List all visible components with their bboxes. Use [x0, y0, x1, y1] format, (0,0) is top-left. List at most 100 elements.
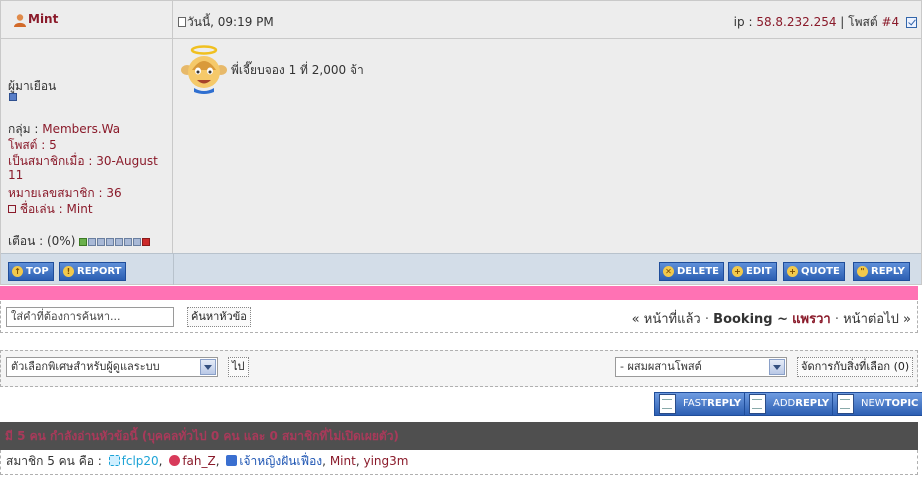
online-user-link[interactable]: เจ้าหญิงฝันเฟื่อง [239, 454, 322, 468]
online-user-link[interactable]: fclp20 [122, 454, 159, 468]
post-username[interactable]: Mint [28, 12, 58, 26]
add-reply-bold: REPLY [795, 398, 830, 409]
post-author-header: Mint [1, 1, 173, 39]
delete-button-label: DELETE [677, 266, 719, 277]
member-badge-icon [108, 455, 120, 466]
ip-label: ip : [733, 15, 753, 29]
members-label: สมาชิก 5 คน คือ : [6, 454, 102, 468]
posts-label: โพสต์ : [8, 138, 46, 152]
author-nickname: ชื่อเล่น : Mint [8, 200, 93, 219]
online-user-link[interactable]: Mint [330, 454, 356, 468]
post-actions-bar: ↑ TOP ! REPORT ✕ DELETE + EDIT + QUOTE " REPLY [1, 253, 921, 285]
post-date: วันนี้, 09:19 PM [178, 13, 274, 32]
online-readers-header: มี 5 คน กำลังอ่านหัวข้อนี้ (บุคคลทั่วไป … [0, 422, 918, 450]
author-joined-cont: 11 [8, 168, 24, 182]
post-number-link[interactable]: #4 [881, 15, 899, 29]
quote-button-label: QUOTE [801, 266, 840, 277]
online-members-list: สมาชิก 5 คน คือ : fclp20, fah_Z, เจ้าหญิ… [0, 450, 918, 475]
report-button[interactable]: ! REPORT [59, 262, 127, 281]
top-button-label: TOP [26, 266, 49, 277]
go-button[interactable]: ไป [228, 357, 249, 377]
nickname-label: ชื่อเล่น : [19, 202, 63, 216]
add-reply-button[interactable]: ADDREPLY [744, 392, 835, 416]
umbrella-icon [226, 455, 238, 466]
moderator-options-select[interactable]: ตัวเลือกพิเศษสำหรับผู้ดูแลระบบ [6, 357, 218, 377]
chevron-down-icon [769, 359, 785, 375]
warn-level-meter [79, 235, 151, 249]
post-number-label: โพสต์ [848, 15, 878, 29]
list-comma: , [355, 454, 360, 468]
post-date-text: วันนี้, 09:19 PM [187, 15, 274, 29]
top-button[interactable]: ↑ TOP [8, 262, 54, 281]
report-button-label: REPORT [77, 266, 122, 277]
page-arrow-icon [659, 394, 676, 414]
merge-posts-select[interactable]: - ผสมผสานโพสต์ [615, 357, 787, 377]
prev-topic-link[interactable]: « หน้าที่แล้ว [632, 312, 701, 327]
forum-link[interactable]: แพรวา [792, 312, 831, 327]
group-value: Members.Wa [42, 122, 121, 136]
reply-button[interactable]: " REPLY [853, 262, 910, 281]
angel-emoticon-icon [181, 45, 227, 94]
select-post-checkbox[interactable] [906, 17, 917, 28]
topic-title-link[interactable]: Booking ~ [713, 312, 788, 327]
divider-bar [0, 286, 918, 300]
post-actions-divider [173, 254, 174, 285]
quote-marks-icon: " [857, 266, 868, 277]
edit-button[interactable]: + EDIT [728, 262, 777, 281]
ip-value[interactable]: 58.8.232.254 [756, 15, 836, 29]
online-user-link[interactable]: fah_Z [182, 454, 215, 468]
moderator-options-value: ตัวเลือกพิเศษสำหรับผู้ดูแลระบบ [11, 360, 160, 373]
edit-button-label: EDIT [746, 266, 772, 277]
member-number-label: หมายเลขสมาชิก : [8, 186, 103, 200]
nickname-icon [8, 205, 16, 213]
search-input[interactable]: ใส่คำที่ต้องการค้นหา... [6, 307, 174, 327]
plus-icon: + [787, 266, 798, 277]
post-meta-header: วันนี้, 09:19 PM ip : 58.8.232.254 | โพส… [173, 1, 921, 39]
new-topic-prefix: NEW [861, 398, 885, 409]
author-info-panel: ผู้มาเยือน กลุ่ม : Members.Wa โพสต์ : 5 … [1, 39, 173, 253]
search-and-topic-nav: ใส่คำที่ต้องการค้นหา... ค้นหาหัวข้อ « หน… [0, 301, 918, 333]
moderator-tools: ตัวเลือกพิเศษสำหรับผู้ดูแลระบบ ไป - ผสมผ… [0, 350, 918, 387]
new-topic-button[interactable]: NEWTOPIC [832, 392, 922, 416]
exclamation-icon: ! [63, 266, 74, 277]
fast-reply-button[interactable]: FASTREPLY [654, 392, 747, 416]
post-container: Mint วันนี้, 09:19 PM ip : 58.8.232.254 … [0, 0, 922, 285]
reply-button-label: REPLY [871, 266, 905, 277]
page-plus-icon [749, 394, 766, 414]
post-message: พี่เจี๊ยบจอง 1 ที่ 2,000 จ้า [231, 63, 364, 77]
topic-nav: « หน้าที่แล้ว · Booking ~ แพรวา · หน้าต่… [632, 308, 911, 329]
chevron-down-icon [200, 359, 216, 375]
list-comma: , [322, 454, 326, 468]
page-new-icon [837, 394, 854, 414]
nickname-value: Mint [66, 202, 93, 216]
author-joined: เป็นสมาชิกเมื่อ : 30-August [8, 154, 158, 168]
apply-selected-button[interactable]: จัดการกับสิ่งที่เลือก (0) [797, 357, 914, 377]
document-icon [178, 17, 186, 27]
list-comma: , [158, 454, 163, 468]
list-comma: , [215, 454, 220, 468]
rank-pip-icon [9, 93, 17, 101]
warn-level-label[interactable]: เตือน : (0%) [8, 234, 75, 248]
arrow-up-icon: ↑ [12, 266, 23, 277]
post-ip-info: ip : 58.8.232.254 | โพสต์ #4 [734, 13, 917, 32]
new-topic-bold: TOPIC [884, 398, 919, 409]
nav-separator: · [834, 312, 839, 327]
author-warn: เตือน : (0%) [8, 232, 151, 251]
online-user-link[interactable]: ying3m [363, 454, 408, 468]
delete-button[interactable]: ✕ DELETE [659, 262, 724, 281]
user-icon [14, 14, 26, 27]
search-topic-button[interactable]: ค้นหาหัวข้อ [187, 307, 251, 327]
quote-button[interactable]: + QUOTE [783, 262, 845, 281]
fast-reply-bold: REPLY [707, 398, 742, 409]
strawberry-icon [169, 455, 181, 466]
next-topic-link[interactable]: หน้าต่อไป » [843, 312, 911, 327]
member-number-value: 36 [106, 186, 122, 200]
nav-separator: · [704, 312, 710, 327]
post-body: พี่เจี๊ยบจอง 1 ที่ 2,000 จ้า [173, 39, 921, 253]
fast-reply-prefix: FAST [683, 398, 708, 409]
plus-icon: + [732, 266, 743, 277]
group-label: กลุ่ม : [8, 122, 39, 136]
add-reply-prefix: ADD [773, 398, 796, 409]
merge-posts-value: - ผสมผสานโพสต์ [620, 360, 702, 373]
cross-icon: ✕ [663, 266, 674, 277]
